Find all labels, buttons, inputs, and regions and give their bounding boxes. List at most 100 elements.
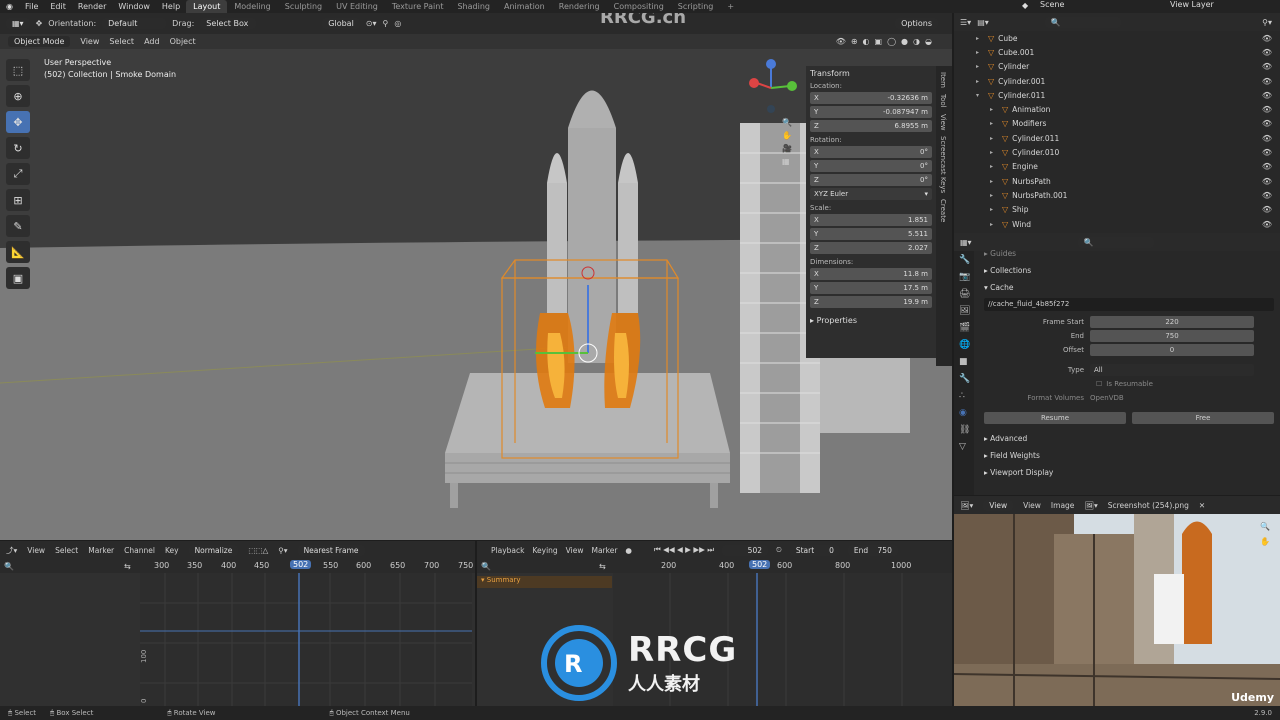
visibility-eye-icon[interactable]: 👁: [1262, 191, 1272, 200]
constraints-tab-icon[interactable]: ⛓: [959, 425, 970, 435]
expand-arrow-icon[interactable]: ▸: [976, 49, 984, 56]
expand-arrow-icon[interactable]: ▸: [976, 63, 984, 70]
tab-modeling[interactable]: Modeling: [227, 0, 277, 13]
timeline-menu-view[interactable]: View: [566, 546, 584, 555]
cursor-tool-icon[interactable]: ⊕: [6, 85, 30, 107]
expand-arrow-icon[interactable]: ▸: [990, 149, 998, 156]
outliner-item[interactable]: ▸ ▽ Cube.001 👁: [976, 45, 1280, 59]
world-tab-icon[interactable]: 🌐: [959, 340, 970, 350]
rotation-y-field[interactable]: Y 0°: [810, 160, 932, 172]
graph-menu-channel[interactable]: Channel: [124, 546, 155, 555]
particles-tab-icon[interactable]: ∴: [959, 391, 969, 401]
outliner-search-input[interactable]: 🔍: [1044, 16, 1121, 28]
field-weights-section[interactable]: ▸ Field Weights: [984, 447, 1274, 464]
scene-name[interactable]: Scene: [1040, 0, 1064, 9]
end-frame-field[interactable]: End 750: [847, 544, 898, 556]
expand-arrow-icon[interactable]: ▸: [990, 192, 998, 199]
menu-select[interactable]: Select: [109, 37, 134, 46]
current-frame-indicator[interactable]: 502: [749, 560, 771, 569]
drag-dropdown[interactable]: Select Box: [200, 18, 257, 29]
wireframe-shading-icon[interactable]: ◯: [887, 37, 896, 46]
image-editor-icon[interactable]: 🖼▾: [960, 501, 973, 510]
graph-menu-view[interactable]: View: [27, 546, 45, 555]
image-view-dropdown[interactable]: View: [983, 499, 1014, 511]
render-tab-icon[interactable]: 📷: [959, 272, 970, 282]
xray-icon[interactable]: ▣: [875, 37, 883, 46]
rotation-z-field[interactable]: Z 0°: [810, 174, 932, 186]
camera-view-icon[interactable]: 🎥: [782, 144, 792, 153]
graph-area[interactable]: 100 0: [140, 573, 472, 706]
blender-logo-icon[interactable]: ◉: [0, 2, 19, 11]
select-box-tool-icon[interactable]: ⬚: [6, 59, 30, 81]
menu-window[interactable]: Window: [112, 2, 156, 11]
location-y-field[interactable]: Y -0.087947 m: [810, 106, 932, 118]
resume-button[interactable]: Resume: [984, 412, 1126, 424]
dimensions-x-field[interactable]: X 11.8 m: [810, 268, 932, 280]
menu-file[interactable]: File: [19, 2, 44, 11]
visibility-eye-icon[interactable]: 👁: [1262, 48, 1272, 57]
graph-search-icon[interactable]: 🔍: [4, 562, 14, 571]
timeline-menu-playback[interactable]: Playback: [491, 546, 524, 555]
transform-orientation-dropdown[interactable]: Global: [322, 18, 360, 29]
type-dropdown[interactable]: All: [1090, 364, 1254, 376]
view-layer-name[interactable]: View Layer: [1170, 0, 1214, 9]
tab-sculpting[interactable]: Sculpting: [278, 0, 329, 13]
expand-arrow-icon[interactable]: ▸: [990, 206, 998, 213]
menu-view[interactable]: View: [80, 37, 99, 46]
scale-y-field[interactable]: Y 5.511: [810, 228, 932, 240]
outliner-item[interactable]: ▸ ▽ Cylinder.001 👁: [976, 74, 1280, 88]
add-cube-tool-icon[interactable]: ▣: [6, 267, 30, 289]
visibility-eye-icon[interactable]: 👁: [1262, 119, 1272, 128]
tab-texture-paint[interactable]: Texture Paint: [385, 0, 451, 13]
location-z-field[interactable]: Z 6.8955 m: [810, 120, 932, 132]
tab-animation[interactable]: Animation: [497, 0, 552, 13]
tab-layout[interactable]: Layout: [186, 0, 228, 13]
snap-icon[interactable]: ⚲: [383, 19, 389, 28]
tab-uv-editing[interactable]: UV Editing: [329, 0, 385, 13]
tab-compositing[interactable]: Compositing: [607, 0, 671, 13]
only-selected-icon[interactable]: ⬚⬚△: [248, 546, 268, 555]
graph-menu-marker[interactable]: Marker: [88, 546, 114, 555]
3d-viewport[interactable]: ▦▾ ✥ Orientation: Default Drag: Select B…: [0, 13, 952, 540]
editor-type-icon[interactable]: ▦▾: [6, 18, 30, 29]
visibility-eye-icon[interactable]: 👁: [1262, 220, 1272, 229]
rotation-x-field[interactable]: X 0°: [810, 146, 932, 158]
rendered-shading-icon[interactable]: ◒: [925, 37, 932, 46]
tab-screencast-keys[interactable]: Screencast Keys: [939, 136, 947, 193]
display-mode-icon[interactable]: ▤▾: [977, 18, 989, 27]
outliner-item[interactable]: ▸ ▽ Wind 👁: [976, 217, 1280, 231]
timeline-swap-icon[interactable]: ⇆: [599, 562, 606, 571]
dimensions-y-field[interactable]: Y 17.5 m: [810, 282, 932, 294]
visibility-eye-icon[interactable]: 👁: [1262, 205, 1272, 214]
viewport-display-section[interactable]: ▸ Viewport Display: [984, 464, 1274, 481]
timeline-search-icon[interactable]: 🔍: [481, 562, 491, 571]
visibility-eye-icon[interactable]: 👁: [1262, 105, 1272, 114]
rotation-mode-dropdown[interactable]: XYZ Euler ▾: [810, 188, 932, 200]
data-tab-icon[interactable]: ▽: [959, 442, 969, 452]
summary-channel[interactable]: ▾ Summary: [477, 576, 612, 588]
frame-start-field[interactable]: 220: [1090, 316, 1254, 328]
frame-end-field[interactable]: 750: [1090, 330, 1254, 342]
expand-arrow-icon[interactable]: ▸: [990, 135, 998, 142]
visibility-icon[interactable]: 👁: [836, 37, 846, 46]
tab-shading[interactable]: Shading: [450, 0, 497, 13]
measure-tool-icon[interactable]: 📐: [6, 241, 30, 263]
outliner-item[interactable]: ▸ ▽ Ship 👁: [976, 203, 1280, 217]
timeline-menu-keying[interactable]: Keying: [532, 546, 557, 555]
timeline-frame-ruler[interactable]: 200 400 502 600 800 1000: [613, 559, 952, 573]
graph-menu-select[interactable]: Select: [55, 546, 78, 555]
current-frame-field[interactable]: 502: [722, 544, 768, 556]
expand-arrow-icon[interactable]: ▸: [990, 221, 998, 228]
zoom-icon[interactable]: 🔍: [782, 118, 792, 127]
outliner-item[interactable]: ▸ ▽ Cube 👁: [976, 31, 1280, 45]
material-shading-icon[interactable]: ◑: [913, 37, 920, 46]
view-layer-tab-icon[interactable]: 🖼: [959, 306, 970, 316]
scale-x-field[interactable]: X 1.851: [810, 214, 932, 226]
properties-subpanel[interactable]: ▸ Properties: [810, 316, 932, 325]
cache-section[interactable]: ▾ Cache: [984, 279, 1274, 296]
image-zoom-icon[interactable]: 🔍: [1260, 522, 1270, 531]
expand-arrow-icon[interactable]: ▸: [990, 163, 998, 170]
grid-view-icon[interactable]: ▦: [782, 157, 792, 166]
menu-edit[interactable]: Edit: [44, 2, 72, 11]
tab-tool[interactable]: Tool: [939, 94, 947, 108]
